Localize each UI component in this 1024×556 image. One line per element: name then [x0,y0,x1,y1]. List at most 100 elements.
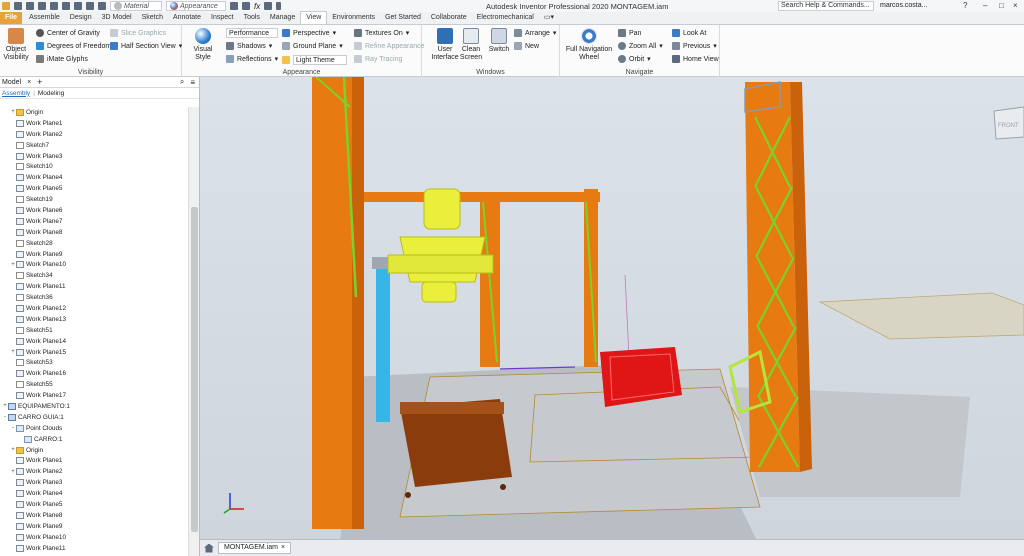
select-icon[interactable] [98,2,106,10]
orbit-button[interactable]: Orbit ▾ [618,55,651,63]
tab-design[interactable]: Design [65,12,97,24]
tab-manage[interactable]: Manage [265,12,300,24]
tree-node[interactable]: Sketch55 [0,379,188,390]
look-at-button[interactable]: Look At [672,29,706,37]
close-button[interactable]: × [1013,1,1018,10]
arrange-button[interactable]: Arrange ▾ [514,29,556,37]
tree-node[interactable]: Work Plane4 [0,172,188,183]
tree-node[interactable]: Work Plane13 [0,314,188,325]
tree-node[interactable]: Work Plane1 [0,118,188,129]
home-icon[interactable] [204,543,214,553]
undo-icon[interactable] [50,2,58,10]
tab-sketch[interactable]: Sketch [137,12,168,24]
tree-node[interactable]: Work Plane4 [0,488,188,499]
tree-node[interactable]: Sketch53 [0,357,188,368]
tree-node[interactable]: Sketch19 [0,194,188,205]
tab-collaborate[interactable]: Collaborate [426,12,472,24]
tree-node[interactable]: Work Plane3 [0,477,188,488]
reflections-button[interactable]: Reflections ▾ [226,55,278,63]
tree-node[interactable]: Work Plane1 [0,456,188,467]
tree-node[interactable]: Work Plane2 [0,129,188,140]
tree-node[interactable]: Sketch28 [0,238,188,249]
tab-view[interactable]: View [300,11,328,24]
pan-button[interactable]: Pan [618,29,641,37]
tab-modeling[interactable]: Modeling [38,90,64,97]
tree-node[interactable]: Work Plane14 [0,336,188,347]
tree-node[interactable]: Work Plane12 [0,303,188,314]
tree-node[interactable]: + Work Plane2 [0,466,188,477]
fx-icon[interactable]: fx [254,2,260,11]
clear-icon[interactable] [230,2,238,10]
update-icon[interactable] [86,2,94,10]
ribbon-options-icon[interactable]: ▭▾ [539,12,559,24]
ray-tracing-button[interactable]: Ray Tracing [354,55,402,63]
degrees-of-freedom-button[interactable]: Degrees of Freedom [36,42,111,50]
tree-node[interactable]: Work Plane7 [0,216,188,227]
tree-node[interactable]: Sketch51 [0,325,188,336]
clean-screen-button[interactable]: Clean Screen [457,28,485,62]
close-icon[interactable]: × [281,542,285,554]
tree-node[interactable]: + Origin [0,445,188,456]
imate-glyphs-button[interactable]: iMate Glyphs [36,55,88,63]
tree-node[interactable]: Sketch34 [0,270,188,281]
menu-icon[interactable]: ≡ [190,78,195,87]
tab-3d-model[interactable]: 3D Model [97,12,137,24]
maximize-button[interactable]: □ [999,1,1004,10]
tree-node[interactable]: Work Plane10 [0,532,188,543]
tree-node[interactable]: Work Plane11 [0,281,188,292]
tab-get-started[interactable]: Get Started [380,12,426,24]
refine-appearance-button[interactable]: Refine Appearance [354,42,425,50]
tree-node[interactable]: + Origin [0,107,188,118]
tab-environments[interactable]: Environments [327,12,380,24]
tab-electromechanical[interactable]: Electromechanical [472,12,539,24]
document-tab-montagem[interactable]: MONTAGEM.iam × [218,542,292,554]
redo-icon[interactable] [62,2,70,10]
tab-inspect[interactable]: Inspect [206,12,239,24]
tree-node[interactable]: Work Plane6 [0,205,188,216]
previous-view-button[interactable]: Previous ▾ [672,42,717,50]
tree-node[interactable]: Work Plane5 [0,499,188,510]
full-navigation-wheel-button[interactable]: Full Navigation Wheel [564,28,614,62]
material-dropdown[interactable]: Material [110,1,162,11]
search-icon[interactable]: ⌕ [180,77,184,87]
zoom-all-button[interactable]: Zoom All ▾ [618,42,663,50]
tree-node[interactable]: Work Plane9 [0,249,188,260]
performance-dropdown[interactable]: Performance [226,28,278,38]
tree-node[interactable]: Work Plane8 [0,227,188,238]
tree-node[interactable]: Work Plane8 [0,510,188,521]
close-icon[interactable]: × [27,79,31,86]
tree-node[interactable]: Work Plane17 [0,390,188,401]
search-help-input[interactable]: Search Help & Commands... [778,1,874,11]
move-icon[interactable] [264,2,273,10]
tab-tools[interactable]: Tools [239,12,265,24]
tree-node[interactable]: + Work Plane15 [0,347,188,358]
textures-on-button[interactable]: Textures On ▾ [354,29,409,37]
object-visibility-button[interactable]: Object Visibility [3,28,29,62]
tree-node[interactable]: Work Plane11 [0,543,188,554]
save-icon[interactable] [38,2,46,10]
tab-annotate[interactable]: Annotate [168,12,206,24]
tab-assembly[interactable]: Assembly [2,90,30,97]
minimize-button[interactable]: – [983,1,987,10]
perspective-button[interactable]: Perspective ▾ [282,29,336,37]
switch-button[interactable]: Switch [485,28,513,54]
new-icon[interactable] [14,2,22,10]
tree-node[interactable]: Work Plane9 [0,521,188,532]
tree-node[interactable]: Sketch10 [0,161,188,172]
tree-node[interactable]: Sketch7 [0,140,188,151]
shadows-button[interactable]: Shadows ▾ [226,42,272,50]
browser-scrollbar[interactable] [188,107,199,556]
user-account[interactable]: marcos.costa... [880,2,927,9]
tree-node[interactable]: Work Plane3 [0,151,188,162]
open-icon[interactable] [26,2,34,10]
light-theme-dropdown[interactable]: Light Theme [282,55,347,65]
tree-node[interactable]: + EQUIPAMENTO:1 [0,401,188,412]
measure-icon[interactable] [242,2,250,10]
tree-node[interactable]: - CARRO GUIA:1 [0,412,188,423]
graphics-window[interactable]: FRONT [200,77,1024,539]
scrollbar-thumb[interactable] [191,207,198,532]
home-icon[interactable] [74,2,82,10]
add-browser-icon[interactable]: + [37,77,42,87]
tree-node[interactable]: + Work Plane10 [0,259,188,270]
half-section-view-button[interactable]: Half Section View ▾ [110,42,182,50]
